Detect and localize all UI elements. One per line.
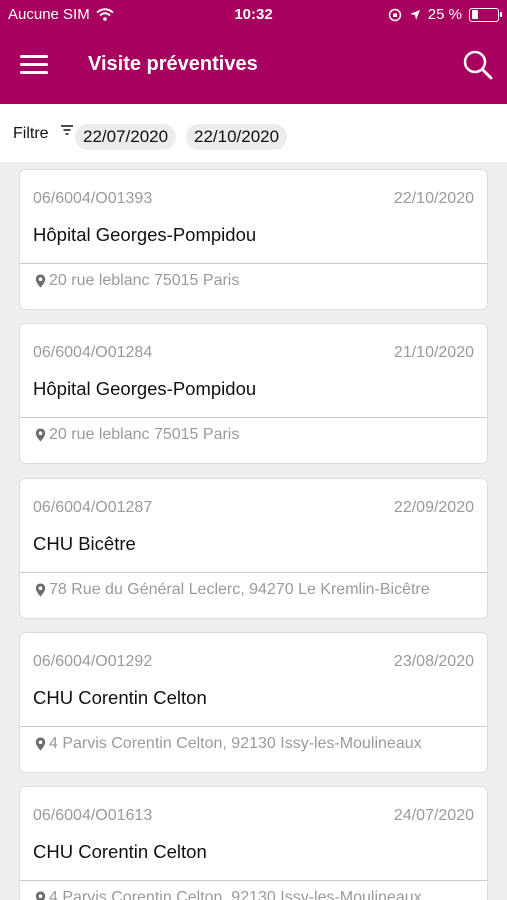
visit-address-text: 4 Parvis Corentin Celton, 92130 Issy-les… [49,735,422,752]
visit-card[interactable]: 06/6004/O01393 22/10/2020 Hôpital George… [19,169,488,310]
hamburger-icon [20,55,48,58]
battery-percent: 25 % [427,6,462,23]
visit-card[interactable]: 06/6004/O01613 24/07/2020 CHU Corentin C… [19,786,488,900]
location-arrow-icon [409,9,420,20]
visit-list: 06/6004/O01393 22/10/2020 Hôpital George… [0,162,507,900]
map-pin-icon [35,428,46,442]
filter-icon[interactable] [60,124,74,136]
visit-date: 21/10/2020 [393,344,474,361]
filter-date-end-chip[interactable]: 22/10/2020 [186,124,288,150]
app-header: Aucune SIM 10:32 25 % Visite préventives [0,0,507,104]
visit-site-name: CHU Corentin Celton [33,841,207,862]
visit-address: 20 rue leblanc 75015 Paris [35,272,239,290]
map-pin-icon [35,737,46,751]
visit-ref: 06/6004/O01613 [33,807,153,824]
visit-ref: 06/6004/O01284 [33,344,153,361]
visit-site-name: Hôpital Georges-Pompidou [33,224,257,245]
page-title: Visite préventives [88,53,258,75]
filter-date-start-chip[interactable]: 22/07/2020 [75,124,177,150]
visit-address: 20 rue leblanc 75015 Paris [35,426,239,444]
card-divider [20,263,487,264]
visit-address: 4 Parvis Corentin Celton, 92130 Issy-les… [35,889,422,900]
visit-site-name: CHU Corentin Celton [33,687,207,708]
map-pin-icon [35,274,46,288]
map-pin-icon [35,583,46,597]
menu-button[interactable] [20,52,50,78]
card-divider [20,417,487,418]
visit-card[interactable]: 06/6004/O01292 23/08/2020 CHU Corentin C… [19,632,488,773]
visit-ref: 06/6004/O01292 [33,653,153,670]
app-bar: Visite préventives [0,38,507,94]
filter-label: Filtre [13,125,49,142]
search-icon[interactable] [461,48,495,82]
status-right: 25 % [388,6,502,23]
visit-date: 22/09/2020 [393,499,474,516]
visit-address-text: 78 Rue du Général Leclerc, 94270 Le Krem… [49,581,430,598]
visit-address-text: 20 rue leblanc 75015 Paris [49,272,240,289]
card-divider [20,880,487,881]
battery-level [471,10,478,19]
visit-address-text: 4 Parvis Corentin Celton, 92130 Issy-les… [49,889,422,900]
visit-card[interactable]: 06/6004/O01287 22/09/2020 CHU Bicêtre 78… [19,478,488,619]
visit-site-name: CHU Bicêtre [33,533,136,554]
battery-icon [469,7,502,22]
visit-address: 78 Rue du Général Leclerc, 94270 Le Krem… [35,581,430,599]
visit-address: 4 Parvis Corentin Celton, 92130 Issy-les… [35,735,422,753]
status-bar: Aucune SIM 10:32 25 % [0,0,507,30]
visit-ref: 06/6004/O01393 [33,190,153,207]
visit-ref: 06/6004/O01287 [33,499,153,516]
filter-bar: Filtre 22/07/2020 22/10/2020 [0,104,507,162]
map-pin-icon [35,891,46,900]
orientation-lock-icon [388,8,402,21]
visit-card[interactable]: 06/6004/O01284 21/10/2020 Hôpital George… [19,323,488,464]
visit-site-name: Hôpital Georges-Pompidou [33,378,257,399]
card-divider [20,726,487,727]
visit-date: 22/10/2020 [393,190,474,207]
card-divider [20,572,487,573]
visit-address-text: 20 rue leblanc 75015 Paris [49,426,240,443]
visit-date: 23/08/2020 [393,653,474,670]
visit-date: 24/07/2020 [393,807,474,824]
